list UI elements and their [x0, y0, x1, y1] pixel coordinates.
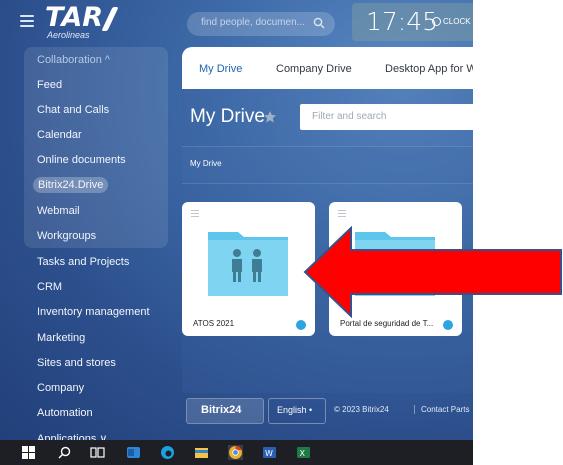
clock-time: 17:45 — [366, 7, 439, 36]
sidebar-item-webmail[interactable]: Webmail — [37, 205, 80, 217]
breadcrumb-my-drive[interactable]: My Drive — [190, 159, 222, 168]
menu-icon[interactable] — [20, 15, 34, 27]
sidebar-item-automation[interactable]: Automation — [37, 407, 93, 419]
search-placeholder: find people, documen... — [201, 17, 305, 28]
outlook-icon[interactable] — [126, 445, 141, 460]
edge-icon[interactable] — [160, 445, 175, 460]
file-explorer-icon[interactable] — [194, 445, 209, 460]
red-arrow-annotation — [303, 226, 562, 318]
word-icon[interactable]: W — [262, 445, 277, 460]
sidebar-item-applications[interactable]: Applications ∨ — [37, 432, 107, 440]
clock-widget[interactable]: 17:45 CLOCK I — [352, 3, 473, 41]
filter-placeholder: Filter and search — [312, 111, 387, 122]
sidebar-item-company[interactable]: Company — [37, 382, 84, 394]
tab-desktop-app[interactable]: Desktop App for W — [385, 63, 473, 75]
card-menu-icon[interactable] — [191, 210, 199, 217]
logo-subtitle: Aerolineas — [47, 30, 90, 40]
filter-search-input[interactable]: Filter and search — [300, 104, 473, 130]
drive-tabs: My Drive Company Drive Desktop App for W — [182, 47, 473, 89]
windows-taskbar: W X — [0, 440, 473, 465]
bitrix-window: TAR Aerolineas find people, documen... 1… — [0, 0, 473, 440]
sidebar-item-tasks[interactable]: Tasks and Projects — [37, 256, 129, 268]
sidebar-item-inventory[interactable]: Inventory management — [37, 306, 150, 318]
sidebar-item-calendar[interactable]: Calendar — [37, 129, 82, 141]
sidebar-item-sites[interactable]: Sites and stores — [37, 357, 116, 369]
windows-start-icon[interactable] — [21, 445, 36, 460]
company-logo[interactable]: TAR Aerolineas — [45, 2, 125, 42]
page-title: My Drive — [190, 106, 265, 127]
search-input[interactable]: find people, documen... — [187, 12, 335, 36]
sidebar-section-collaboration[interactable]: Collaboration ^ — [37, 54, 110, 66]
top-bar: TAR Aerolineas find people, documen... 1… — [0, 0, 473, 44]
breadcrumb: My Drive — [182, 146, 473, 184]
clock-icon — [432, 17, 441, 27]
card-menu-icon[interactable] — [338, 210, 346, 217]
sidebar-item-drive[interactable]: Bitrix24.Drive — [33, 177, 109, 193]
language-label: English • — [277, 405, 313, 415]
shared-badge-icon — [296, 320, 306, 330]
search-icon[interactable] — [313, 17, 325, 29]
shared-folder-icon — [208, 232, 288, 296]
sidebar-item-feed[interactable]: Feed — [37, 79, 62, 91]
svg-text:X: X — [300, 449, 306, 458]
sidebar-item-crm[interactable]: CRM — [37, 281, 62, 293]
clock-in-button[interactable]: CLOCK I — [432, 17, 473, 27]
bitrix24-label: Bitrix24 — [201, 404, 242, 416]
collaboration-group — [24, 47, 168, 248]
sidebar-item-workgroups[interactable]: Workgroups — [37, 230, 96, 242]
logo-text: TAR — [45, 2, 104, 33]
bitrix24-button[interactable]: Bitrix24 — [186, 398, 264, 424]
svg-text:W: W — [265, 449, 273, 458]
task-view-icon[interactable] — [90, 445, 105, 460]
tab-my-drive[interactable]: My Drive — [199, 63, 242, 75]
sidebar-item-online-documents[interactable]: Online documents — [37, 154, 126, 166]
star-icon[interactable] — [263, 110, 277, 124]
excel-icon[interactable]: X — [296, 445, 311, 460]
search-icon[interactable] — [57, 445, 72, 460]
folder-card[interactable]: ATOS 2021 — [182, 202, 315, 336]
chrome-icon[interactable] — [228, 445, 243, 460]
logo-slash-icon — [101, 7, 119, 31]
tab-company-drive[interactable]: Company Drive — [276, 63, 352, 75]
sidebar-item-chat[interactable]: Chat and Calls — [37, 104, 109, 116]
language-selector[interactable]: English • — [268, 398, 326, 424]
file-name: ATOS 2021 — [193, 319, 235, 328]
file-name: Portal de seguridad de T... — [340, 319, 434, 328]
clock-in-label: CLOCK I — [443, 17, 473, 26]
shared-badge-icon — [443, 320, 453, 330]
copyright-text: © 2023 Bitrix24 — [334, 405, 389, 414]
sidebar-item-marketing[interactable]: Marketing — [37, 332, 85, 344]
contact-link[interactable]: Contact Parts — [414, 405, 469, 414]
